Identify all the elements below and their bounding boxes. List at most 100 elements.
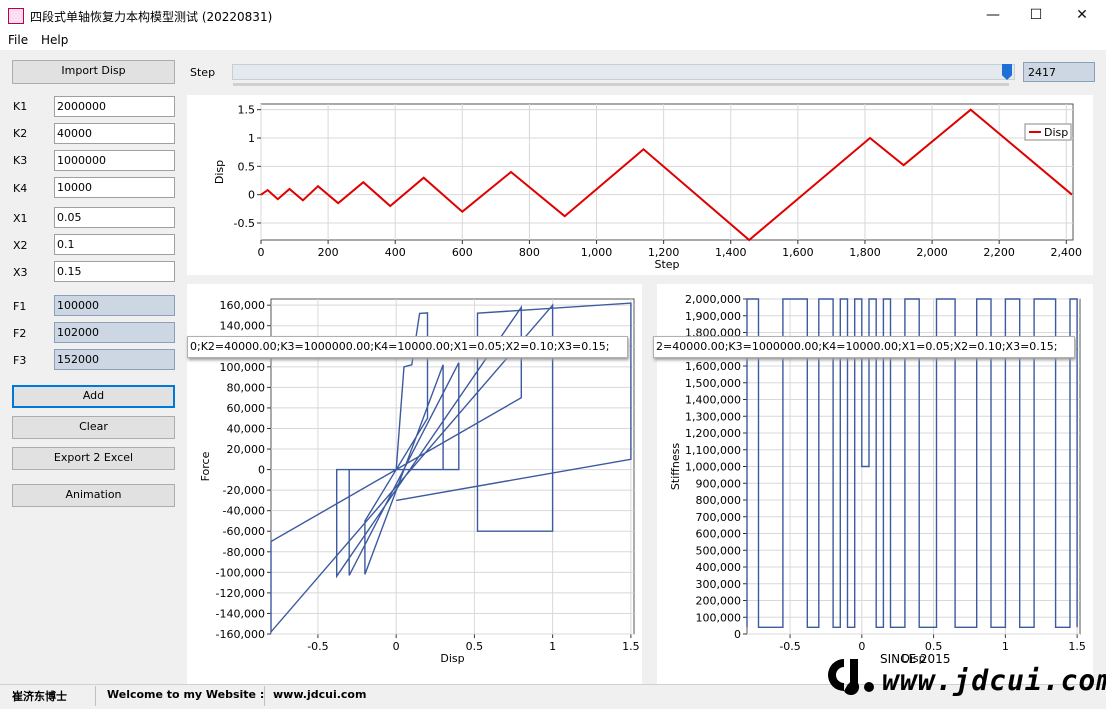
animation-button[interactable]: Animation: [12, 484, 175, 507]
y-tick-label: 1,000,000: [685, 461, 741, 474]
x-tick-label: 2,000: [916, 246, 948, 259]
window-title: 四段式单轴恢复力本构模型测试 (20220831): [30, 10, 273, 24]
x-tick-label: 800: [519, 246, 540, 259]
x-tick-label: 1,400: [715, 246, 747, 259]
series-tooltip-right: 2=40000.00;K3=1000000.00;K4=10000.00;X1=…: [653, 336, 1075, 358]
y-axis-title: Force: [199, 451, 212, 481]
f1-input[interactable]: 100000: [54, 295, 175, 316]
clear-button[interactable]: Clear: [12, 416, 175, 439]
x-tick-label: 0.5: [466, 640, 484, 653]
field-label-k1: K1: [13, 100, 28, 113]
y-tick-label: 1,900,000: [685, 310, 741, 323]
close-button[interactable]: ✕: [1059, 0, 1105, 32]
watermark-text: www.jdcui.com: [882, 664, 1106, 697]
y-tick-label: 100,000: [696, 611, 742, 624]
series-tooltip-left: 0;K2=40000.00;K3=1000000.00;K4=10000.00;…: [187, 336, 628, 358]
y-tick-label: 1: [248, 132, 255, 145]
add-button[interactable]: Add: [12, 385, 175, 408]
legend-label: Disp: [1044, 126, 1068, 139]
x-tick-label: 1,600: [782, 246, 814, 259]
import-disp-button[interactable]: Import Disp: [12, 60, 175, 84]
step-value-field[interactable]: 2417: [1023, 62, 1095, 82]
x-axis-title: Disp: [440, 652, 464, 665]
y-tick-label: 1,300,000: [685, 410, 741, 423]
step-slider-track[interactable]: [232, 64, 1015, 80]
y-tick-label: -0.5: [234, 217, 255, 230]
field-label-f3: F3: [13, 354, 27, 367]
y-tick-label: -100,000: [216, 566, 265, 579]
x-tick-label: 2,400: [1051, 246, 1083, 259]
f3-input[interactable]: 152000: [54, 349, 175, 370]
y-tick-label: 0: [258, 464, 265, 477]
y-axis-title: Disp: [213, 160, 226, 184]
x-tick-label: 0: [858, 640, 865, 653]
y-tick-label: 1.5: [238, 104, 256, 117]
k2-input[interactable]: 40000: [54, 123, 175, 144]
app-icon: [8, 8, 24, 24]
f2-input[interactable]: 102000: [54, 322, 175, 343]
y-tick-label: 1,100,000: [685, 444, 741, 457]
menu-help[interactable]: Help: [41, 33, 68, 47]
x2-input[interactable]: 0.1: [54, 234, 175, 255]
y-tick-label: -160,000: [216, 628, 265, 641]
y-tick-label: 2,000,000: [685, 293, 741, 306]
x-tick-label: 600: [452, 246, 473, 259]
x-tick-label: 1.5: [622, 640, 640, 653]
y-tick-label: 200,000: [696, 595, 742, 608]
status-welcome: Welcome to my Website :: [107, 688, 265, 701]
field-label-k2: K2: [13, 127, 28, 140]
y-tick-label: 60,000: [227, 402, 266, 415]
y-tick-label: 20,000: [227, 443, 266, 456]
x-tick-label: 200: [318, 246, 339, 259]
field-label-k3: K3: [13, 154, 28, 167]
field-label-x1: X1: [13, 212, 28, 225]
maximize-button[interactable]: ☐: [1013, 0, 1059, 32]
x-tick-label: 1.5: [1068, 640, 1086, 653]
y-tick-label: 300,000: [696, 578, 742, 591]
x-axis-title: Step: [654, 258, 679, 271]
jdcui-logo: [828, 659, 874, 695]
y-tick-label: 0: [248, 189, 255, 202]
disp-chart: 0 200 400 600 800 1,000 1,200 1,400 1,600 1,800 2,…: [213, 103, 1083, 271]
y-tick-label: -60,000: [223, 525, 265, 538]
y-tick-label: 800,000: [696, 494, 742, 507]
status-website-link[interactable]: www.jdcui.com: [273, 688, 366, 701]
y-tick-label: 1,400,000: [685, 394, 741, 407]
y-tick-label: 140,000: [220, 320, 266, 333]
field-label-f1: F1: [13, 300, 27, 313]
status-separator: [264, 686, 265, 706]
x-tick-label: 400: [385, 246, 406, 259]
x-tick-label: 0: [393, 640, 400, 653]
x3-input[interactable]: 0.15: [54, 261, 175, 282]
y-tick-label: 600,000: [696, 528, 742, 541]
y-tick-label: -80,000: [223, 546, 265, 559]
status-separator: [95, 686, 96, 706]
y-tick-label: 80,000: [227, 381, 266, 394]
y-tick-label: 0: [734, 628, 741, 641]
y-tick-label: 100,000: [220, 361, 266, 374]
x1-input[interactable]: 0.05: [54, 207, 175, 228]
k4-input[interactable]: 10000: [54, 177, 175, 198]
y-tick-label: 1,600,000: [685, 360, 741, 373]
k1-input[interactable]: 2000000: [54, 96, 175, 117]
y-tick-label: -40,000: [223, 505, 265, 518]
x-tick-label: 1: [549, 640, 556, 653]
y-tick-label: 700,000: [696, 511, 742, 524]
plot-area: [260, 103, 1074, 241]
y-tick-label: 500,000: [696, 544, 742, 557]
k3-input[interactable]: 1000000: [54, 150, 175, 171]
field-label-x3: X3: [13, 266, 28, 279]
minimize-button[interactable]: —: [970, 0, 1016, 32]
y-tick-label: -20,000: [223, 484, 265, 497]
status-author: 崔济东博士: [12, 690, 67, 703]
x-tick-label: 1: [1002, 640, 1009, 653]
y-axis-title: Stiffness: [669, 443, 682, 490]
export-excel-button[interactable]: Export 2 Excel: [12, 447, 175, 470]
y-tick-label: 1,200,000: [685, 427, 741, 440]
y-tick-label: 1,500,000: [685, 377, 741, 390]
menu-file[interactable]: File: [8, 33, 28, 47]
y-tick-label: 0.5: [238, 160, 256, 173]
step-label: Step: [190, 66, 216, 79]
x-tick-label: -0.5: [307, 640, 328, 653]
field-label-f2: F2: [13, 327, 27, 340]
